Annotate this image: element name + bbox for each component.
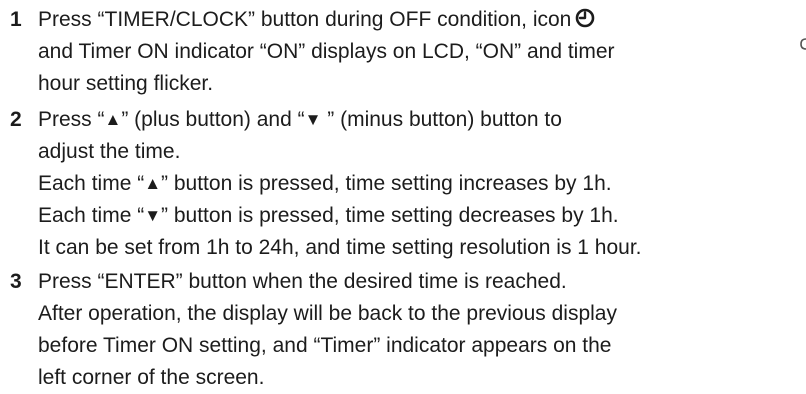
step-2-text-1c: ” (minus button) button to: [321, 108, 562, 131]
step-1-line-3: hour setting flicker.: [38, 72, 214, 95]
step-number: 1: [10, 8, 22, 31]
step-2-line-2: adjust the time.: [38, 140, 181, 163]
step-3-line-1: Press “ENTER” button when the desired ti…: [38, 270, 567, 293]
step-number: 2: [10, 108, 22, 131]
step-3-line-3: before Timer ON setting, and “Timer” ind…: [38, 334, 612, 357]
step-2-line-3: Each time “▲” button is pressed, time se…: [38, 168, 612, 200]
minus-triangle-icon: ▼: [144, 206, 162, 225]
plus-triangle-icon: ▲: [104, 110, 122, 129]
step-1-line-1: Press “TIMER/CLOCK” button during OFF co…: [38, 4, 595, 36]
edge-fragment-icon: [800, 38, 806, 50]
step-3-line-2: After operation, the display will be bac…: [38, 302, 617, 325]
step-2-text-1a: Press “: [38, 108, 105, 131]
step-2-line-5: It can be set from 1h to 24h, and time s…: [38, 236, 642, 259]
step-2-line-4: Each time “▼” button is pressed, time se…: [38, 200, 619, 232]
step-2-text-3b: ” button is pressed, time setting increa…: [161, 172, 612, 195]
step-2-text-4b: ” button is pressed, time setting decrea…: [161, 204, 619, 227]
step-3-line-4: left corner of the screen.: [38, 366, 265, 389]
clock-icon: [576, 8, 595, 28]
step-1-text-1: Press “TIMER/CLOCK” button during OFF co…: [38, 8, 572, 31]
step-1-line-2: and Timer ON indicator “ON” displays on …: [38, 40, 615, 63]
step-2-text-3a: Each time “: [38, 172, 145, 195]
step-number: 3: [10, 270, 22, 293]
plus-triangle-icon: ▲: [144, 174, 162, 193]
step-2-text-4a: Each time “: [38, 204, 145, 227]
instruction-page: 1 Press “TIMER/CLOCK” button during OFF …: [0, 0, 806, 394]
minus-triangle-icon: ▼: [304, 110, 322, 129]
step-2-text-1b: ” (plus button) and “: [121, 108, 305, 131]
step-2-line-1: Press “▲” (plus button) and “▼ ” (minus …: [38, 104, 562, 136]
